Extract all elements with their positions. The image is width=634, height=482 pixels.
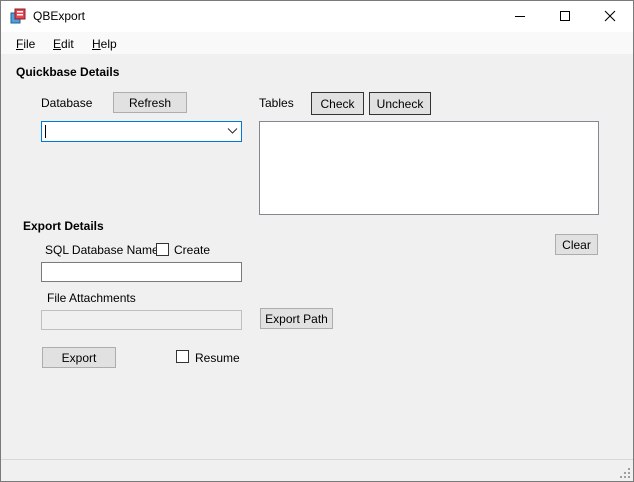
refresh-button[interactable]: Refresh <box>113 92 187 113</box>
window-title: QBExport <box>33 9 86 23</box>
app-icon <box>10 8 26 24</box>
uncheck-button[interactable]: Uncheck <box>369 92 431 115</box>
sql-database-name-label: SQL Database Name <box>45 243 159 257</box>
close-button[interactable] <box>587 1 633 31</box>
database-combobox[interactable] <box>41 121 242 142</box>
menu-file-rest: ile <box>23 37 36 51</box>
title-bar[interactable]: QBExport <box>1 1 633 32</box>
status-bar <box>1 459 633 481</box>
app-window: QBExport File Edit Help Quickbase Detail… <box>0 0 634 482</box>
menu-bar: File Edit Help <box>1 32 633 54</box>
minimize-button[interactable] <box>497 1 543 31</box>
tables-listbox[interactable] <box>259 121 599 215</box>
menu-help-accel: H <box>92 37 101 51</box>
menu-file[interactable]: File <box>16 37 35 51</box>
file-attachments-label: File Attachments <box>47 291 136 305</box>
resize-grip-icon[interactable] <box>619 467 631 479</box>
create-label: Create <box>174 243 211 257</box>
export-button[interactable]: Export <box>42 347 116 368</box>
maximize-button[interactable] <box>542 1 588 31</box>
chevron-down-icon[interactable] <box>227 127 238 135</box>
resume-label: Resume <box>195 351 240 365</box>
menu-edit[interactable]: Edit <box>53 37 74 51</box>
menu-help[interactable]: Help <box>92 37 117 51</box>
menu-edit-rest: dit <box>61 37 74 51</box>
menu-edit-accel: E <box>53 37 62 51</box>
quickbase-details-heading: Quickbase Details <box>16 65 120 79</box>
check-button[interactable]: Check <box>311 92 364 115</box>
create-checkbox[interactable] <box>156 243 169 256</box>
sql-database-name-input[interactable] <box>41 262 242 282</box>
database-label: Database <box>41 96 93 110</box>
tables-label: Tables <box>259 96 294 110</box>
export-details-heading: Export Details <box>23 219 104 233</box>
maximize-icon <box>560 11 570 21</box>
resume-checkbox[interactable] <box>176 350 189 363</box>
close-icon <box>604 10 616 22</box>
export-path-button[interactable]: Export Path <box>260 308 333 329</box>
text-caret <box>45 125 46 138</box>
menu-help-rest: elp <box>100 37 117 51</box>
file-attachments-input[interactable] <box>41 310 242 330</box>
minimize-icon <box>515 16 525 17</box>
clear-button[interactable]: Clear <box>555 234 598 255</box>
